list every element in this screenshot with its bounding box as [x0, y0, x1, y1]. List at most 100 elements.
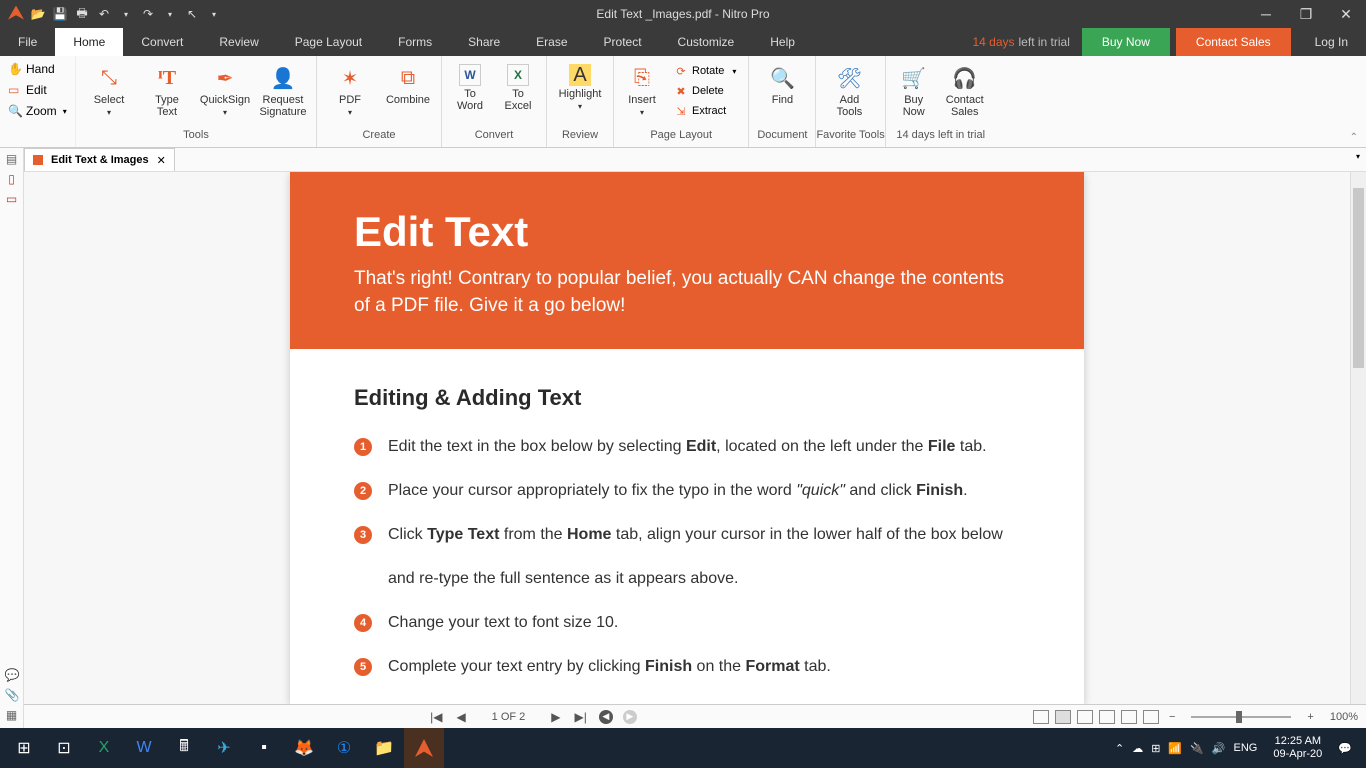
prev-page-icon[interactable]: ◀ [454, 710, 467, 724]
tab-forms[interactable]: Forms [380, 28, 450, 56]
extract-icon: ⇲ [674, 104, 688, 118]
start-button[interactable]: ⊞ [4, 728, 44, 768]
tab-file[interactable]: File [0, 28, 55, 56]
pdf-button[interactable]: ✶PDF▾ [323, 60, 377, 117]
onepassword-taskbar-icon[interactable]: ① [324, 728, 364, 768]
highlight-icon: A [569, 64, 591, 86]
close-button[interactable]: ✕ [1326, 6, 1366, 23]
edit-tool[interactable]: ▭Edit [6, 81, 69, 99]
word-taskbar-icon[interactable]: W [124, 728, 164, 768]
battery-tray-icon[interactable]: 🔌 [1190, 742, 1204, 755]
output-panel-icon[interactable]: ▦ [5, 708, 19, 722]
pages-panel-icon[interactable]: ▤ [5, 152, 19, 166]
cursor-icon[interactable]: ↖ [184, 7, 200, 21]
tab-customize[interactable]: Customize [660, 28, 753, 56]
view-fullscreen-icon[interactable] [1143, 710, 1159, 724]
first-page-icon[interactable]: |◀ [428, 710, 444, 724]
bookmarks-panel-icon[interactable]: ▯ [5, 172, 19, 186]
quicksign-button[interactable]: ✒QuickSign▾ [198, 60, 252, 117]
next-view-icon[interactable]: ▶ [623, 710, 637, 724]
terminal-taskbar-icon[interactable]: ▪ [244, 728, 284, 768]
attachments-panel-icon[interactable]: 📎 [5, 688, 19, 702]
tab-home[interactable]: Home [55, 28, 123, 56]
buy-now-button[interactable]: Buy Now [1082, 28, 1170, 56]
explorer-taskbar-icon[interactable]: 📁 [364, 728, 404, 768]
request-signature-button[interactable]: 👤RequestSignature [256, 60, 310, 118]
tray-expand-icon[interactable]: ⌃ [1115, 742, 1124, 755]
firefox-taskbar-icon[interactable]: 🦊 [284, 728, 324, 768]
highlight-button[interactable]: AHighlight▾ [553, 60, 607, 111]
calculator-taskbar-icon[interactable]: 🖩 [164, 728, 204, 768]
document-tab[interactable]: Edit Text & Images ✕ [24, 148, 175, 171]
extract-button[interactable]: ⇲Extract [672, 102, 738, 120]
view-facing-continuous-icon[interactable] [1099, 710, 1115, 724]
notifications-tray-icon[interactable]: 💬 [1338, 742, 1352, 755]
dropbox-tray-icon[interactable]: ⊞ [1151, 742, 1160, 755]
save-icon[interactable]: 💾 [52, 7, 68, 21]
select-button[interactable]: ⤡Select▾ [82, 60, 136, 117]
find-button[interactable]: 🔍Find [755, 60, 809, 106]
prev-view-icon[interactable]: ◀ [599, 710, 613, 724]
tab-convert[interactable]: Convert [123, 28, 201, 56]
page-viewport[interactable]: Edit Text That's right! Contrary to popu… [24, 172, 1350, 704]
tab-erase[interactable]: Erase [518, 28, 585, 56]
minimize-button[interactable]: ─ [1246, 6, 1286, 23]
comments-panel-icon[interactable]: 💬 [5, 668, 19, 682]
to-excel-button[interactable]: XToExcel [496, 60, 540, 112]
close-tab-icon[interactable]: ✕ [157, 154, 166, 167]
redo-icon[interactable]: ↷ [140, 7, 156, 21]
contact-sales-button[interactable]: Contact Sales [1176, 28, 1291, 56]
tab-page-layout[interactable]: Page Layout [277, 28, 380, 56]
qat-drop-icon[interactable]: ▾ [206, 10, 222, 19]
language-indicator[interactable]: ENG [1234, 742, 1258, 754]
open-icon[interactable]: 📂 [30, 7, 46, 21]
vertical-scrollbar[interactable] [1350, 172, 1366, 704]
insert-button[interactable]: ⎘Insert▾ [620, 60, 664, 117]
view-thumbs-icon[interactable] [1121, 710, 1137, 724]
telegram-taskbar-icon[interactable]: ✈ [204, 728, 244, 768]
login-button[interactable]: Log In [1297, 28, 1366, 56]
combine-button[interactable]: ⧉Combine [381, 60, 435, 106]
zoom-out-icon[interactable]: − [1165, 711, 1179, 723]
zoom-in-icon[interactable]: + [1303, 711, 1317, 723]
tabs-dropdown-icon[interactable]: ▾ [1356, 152, 1360, 161]
page-indicator: 1 OF 2 [492, 711, 526, 723]
onedrive-tray-icon[interactable]: ☁ [1132, 742, 1143, 755]
wifi-tray-icon[interactable]: 📶 [1168, 742, 1182, 755]
hand-tool[interactable]: ✋Hand [6, 60, 69, 78]
next-page-icon[interactable]: ▶ [549, 710, 562, 724]
redo-drop-icon[interactable]: ▾ [162, 10, 178, 19]
task-view-icon[interactable]: ⊡ [44, 728, 84, 768]
last-page-icon[interactable]: ▶| [573, 710, 589, 724]
tab-help[interactable]: Help [752, 28, 813, 56]
volume-tray-icon[interactable]: 🔊 [1212, 742, 1226, 755]
to-word-button[interactable]: WToWord [448, 60, 492, 112]
tab-protect[interactable]: Protect [586, 28, 660, 56]
view-single-icon[interactable] [1033, 710, 1049, 724]
view-continuous-icon[interactable] [1055, 710, 1071, 724]
maximize-button[interactable]: ❐ [1286, 6, 1326, 23]
tab-review[interactable]: Review [201, 28, 276, 56]
undo-drop-icon[interactable]: ▾ [118, 10, 134, 19]
excel-taskbar-icon[interactable]: X [84, 728, 124, 768]
zoom-tool[interactable]: 🔍Zoom▾ [6, 102, 69, 120]
buy-now-ribbon-button[interactable]: 🛒BuyNow [892, 60, 936, 118]
clock[interactable]: 12:25 AM 09-Apr-20 [1265, 735, 1330, 761]
tab-share[interactable]: Share [450, 28, 518, 56]
type-text-button[interactable]: ᴵTTypeText [140, 60, 194, 118]
contact-sales-ribbon-button[interactable]: 🎧ContactSales [940, 60, 990, 118]
rotate-button[interactable]: ⟳Rotate▾ [672, 62, 738, 80]
print-icon[interactable]: 🖶 [74, 4, 90, 25]
undo-icon[interactable]: ↶ [96, 7, 112, 21]
zoom-slider[interactable] [1191, 716, 1291, 718]
add-tools-button[interactable]: 🛠AddTools [822, 60, 876, 118]
view-facing-icon[interactable] [1077, 710, 1093, 724]
group-label-pagelayout: Page Layout [614, 129, 748, 147]
layers-panel-icon[interactable]: ▭ [5, 192, 19, 206]
nitro-taskbar-icon[interactable] [404, 728, 444, 768]
group-tools: ⤡Select▾ ᴵTTypeText ✒QuickSign▾ 👤Request… [76, 56, 317, 147]
collapse-ribbon-icon[interactable]: ⌃ [1350, 132, 1358, 143]
delete-button[interactable]: ✖Delete [672, 82, 738, 100]
group-label-review: Review [547, 129, 613, 147]
scrollbar-thumb[interactable] [1353, 188, 1364, 368]
